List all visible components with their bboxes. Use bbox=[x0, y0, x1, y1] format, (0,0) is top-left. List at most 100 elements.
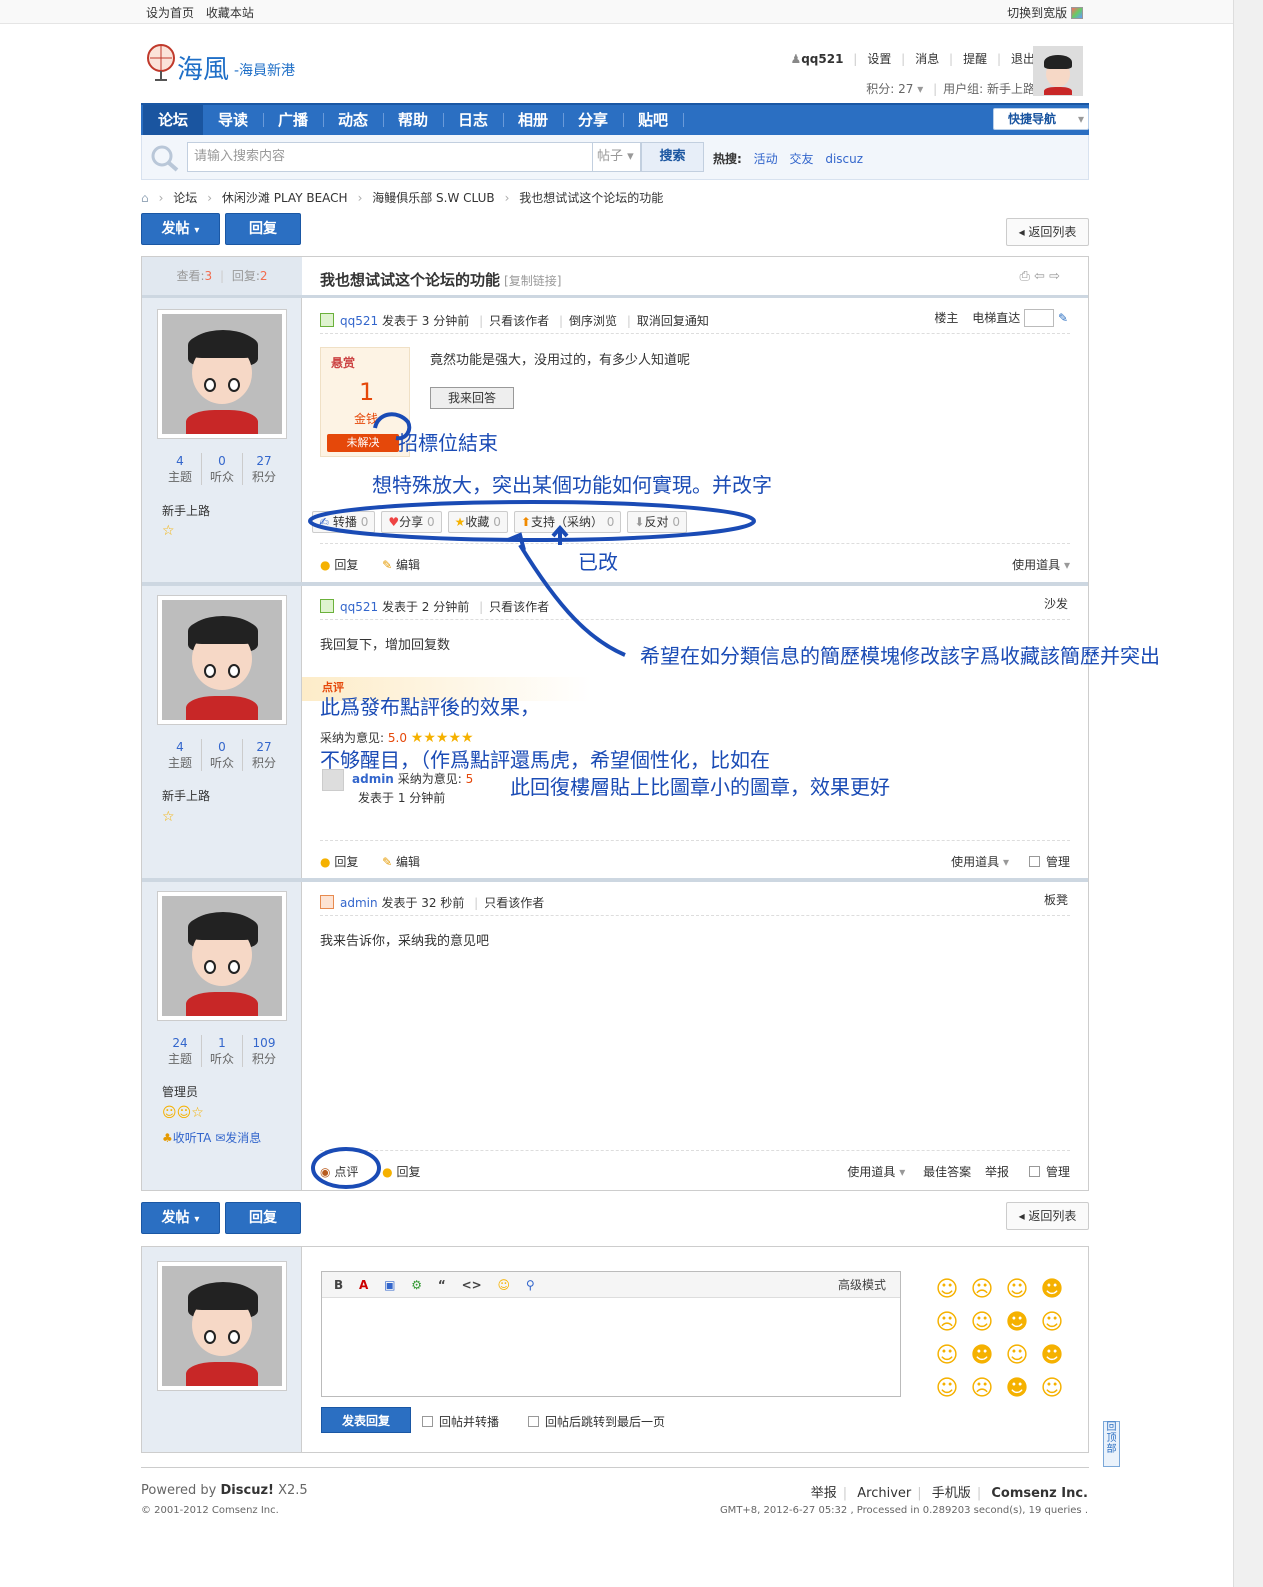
smiley-icon[interactable]: ☻ bbox=[1037, 1341, 1067, 1371]
answer-button[interactable]: 我来回答 bbox=[430, 387, 514, 409]
points-dropdown[interactable]: 积分: 27 bbox=[866, 82, 913, 96]
nav-help[interactable]: 帮助 bbox=[383, 105, 443, 135]
next-thread-icon[interactable]: ⇨ bbox=[1049, 269, 1060, 284]
nav-guide[interactable]: 导读 bbox=[203, 105, 263, 135]
messages-link[interactable]: 消息 bbox=[915, 52, 939, 66]
edit-link[interactable]: ✎ 编辑 bbox=[382, 855, 420, 869]
tools-dropdown[interactable]: 使用道具 ▾ bbox=[1012, 556, 1070, 573]
logout-link[interactable]: 退出 bbox=[1011, 52, 1035, 66]
rater-name[interactable]: admin bbox=[352, 772, 394, 786]
search-type-select[interactable]: 帖子 ▾ bbox=[593, 142, 641, 172]
nav-album[interactable]: 相册 bbox=[503, 105, 563, 135]
stat-value[interactable]: 27 bbox=[243, 453, 285, 469]
reply-editor[interactable]: B A ▣ ⚙ “ <> ☺ ⚲ 高级模式 bbox=[321, 1271, 901, 1397]
cancel-notify-link[interactable]: 取消回复通知 bbox=[637, 314, 709, 328]
reply-link[interactable]: ● 回复 bbox=[320, 558, 358, 572]
stat-value[interactable]: 1 bbox=[202, 1035, 242, 1051]
user-avatar[interactable] bbox=[1033, 46, 1083, 96]
smiley-icon[interactable]: ☹ bbox=[967, 1374, 997, 1404]
forward-checkbox[interactable] bbox=[422, 1416, 433, 1427]
author-avatar[interactable] bbox=[157, 891, 287, 1021]
reply-link[interactable]: ● 回复 bbox=[320, 855, 358, 869]
prev-thread-icon[interactable]: ⇦ bbox=[1034, 269, 1045, 284]
stat-value[interactable]: 0 bbox=[202, 453, 242, 469]
switch-wide-link[interactable]: 切换到宽版 bbox=[1007, 4, 1083, 21]
home-icon[interactable]: ⌂ bbox=[141, 191, 149, 205]
option-jump-last[interactable]: 回帖后跳转到最后一页 bbox=[528, 1413, 665, 1430]
back-to-list-button[interactable]: ◂ 返回列表 bbox=[1006, 218, 1089, 246]
support-button[interactable]: ⬆支持（采纳） 0 bbox=[513, 511, 622, 533]
oppose-button[interactable]: ⬇反对 0 bbox=[627, 511, 687, 533]
notices-link[interactable]: 提醒 bbox=[963, 52, 987, 66]
submit-reply-button[interactable]: 发表回复 bbox=[321, 1407, 411, 1433]
nav-feed[interactable]: 动态 bbox=[323, 105, 383, 135]
best-answer-link[interactable]: 最佳答案 bbox=[923, 1165, 971, 1179]
option-forward[interactable]: 回帖并转播 bbox=[422, 1413, 499, 1430]
author-avatar[interactable] bbox=[157, 595, 287, 725]
site-logo[interactable] bbox=[143, 40, 323, 84]
set-home-link[interactable]: 设为首页 bbox=[146, 6, 194, 20]
smiley-icon[interactable]: ☻ bbox=[1002, 1374, 1032, 1404]
report-link[interactable]: 举报 bbox=[811, 1486, 837, 1501]
nav-share[interactable]: 分享 bbox=[563, 105, 623, 135]
copy-link[interactable]: [复制链接] bbox=[504, 274, 561, 288]
smiley-icon[interactable]: ☺ bbox=[932, 1374, 962, 1404]
attach-icon[interactable]: ⚙ bbox=[411, 1272, 422, 1298]
discuz-link[interactable]: Discuz! bbox=[221, 1483, 274, 1498]
author-group[interactable]: 新手上路 bbox=[162, 787, 210, 804]
favorite-button[interactable]: ★收藏 0 bbox=[447, 511, 508, 533]
author-group[interactable]: 新手上路 bbox=[162, 502, 210, 519]
only-author-link[interactable]: 只看该作者 bbox=[484, 896, 544, 910]
reverse-order-link[interactable]: 倒序浏览 bbox=[569, 314, 617, 328]
follow-link[interactable]: ♣收听TA bbox=[162, 1131, 211, 1145]
breadcrumb-item[interactable]: 论坛 bbox=[173, 191, 197, 205]
new-post-button[interactable]: 发帖 ▾ bbox=[141, 1202, 220, 1234]
smiley-icon[interactable]: ☺ bbox=[932, 1341, 962, 1371]
image-icon[interactable]: ▣ bbox=[384, 1272, 395, 1298]
stat-value[interactable]: 4 bbox=[159, 739, 201, 755]
nav-broadcast[interactable]: 广播 bbox=[263, 105, 323, 135]
forward-button[interactable]: ✍ 转播 0 bbox=[312, 511, 376, 533]
tools-dropdown[interactable]: 使用道具 ▾ bbox=[951, 855, 1009, 869]
back-to-list-button[interactable]: ◂ 返回列表 bbox=[1006, 1202, 1089, 1230]
window-scrollbar[interactable] bbox=[1233, 0, 1263, 1587]
smiley-icon[interactable]: ☻ bbox=[967, 1341, 997, 1371]
only-author-link[interactable]: 只看该作者 bbox=[489, 600, 549, 614]
smiley-icon[interactable]: ☺ bbox=[1002, 1341, 1032, 1371]
edit-link[interactable]: ✎ 编辑 bbox=[382, 558, 420, 572]
back-to-top-button[interactable]: 回顶部 bbox=[1103, 1421, 1120, 1467]
smiley-icon[interactable]: ☺ bbox=[932, 1275, 962, 1305]
breadcrumb-item[interactable]: 海鳗俱乐部 S.W CLUB bbox=[372, 191, 494, 205]
author-link[interactable]: qq521 bbox=[340, 600, 378, 614]
comment-link[interactable]: ◉ 点评 bbox=[320, 1165, 358, 1179]
smiley-icon[interactable]: ☹ bbox=[967, 1275, 997, 1305]
my-avatar[interactable] bbox=[157, 1261, 287, 1391]
palette-icon[interactable] bbox=[1071, 7, 1083, 19]
reply-button[interactable]: 回复 bbox=[225, 213, 301, 245]
breadcrumb-item[interactable]: 休闲沙滩 PLAY BEACH bbox=[222, 191, 348, 205]
author-group[interactable]: 管理员 bbox=[162, 1083, 198, 1100]
smiley-icon[interactable]: ☺ bbox=[967, 1308, 997, 1338]
manage-checkbox[interactable] bbox=[1028, 1166, 1040, 1177]
message-link[interactable]: ✉发消息 bbox=[215, 1131, 261, 1145]
code-icon[interactable]: <> bbox=[462, 1272, 482, 1298]
reply-link[interactable]: ● 回复 bbox=[382, 1165, 420, 1179]
font-color-icon[interactable]: A bbox=[359, 1272, 368, 1298]
nav-tieba[interactable]: 贴吧 bbox=[623, 105, 683, 135]
smiley-icon[interactable]: ☺ bbox=[1002, 1275, 1032, 1305]
smiley-icon[interactable]: ☻ bbox=[1037, 1275, 1067, 1305]
author-avatar[interactable] bbox=[157, 309, 287, 439]
jump-last-checkbox[interactable] bbox=[528, 1416, 539, 1427]
smiley-icon[interactable]: ☺ bbox=[1037, 1308, 1067, 1338]
smiley-icon[interactable]: ☻ bbox=[1002, 1308, 1032, 1338]
username-link[interactable]: qq521 bbox=[801, 52, 843, 66]
manage-checkbox[interactable] bbox=[1028, 856, 1040, 867]
smiley-icon[interactable]: ☹ bbox=[932, 1308, 962, 1338]
settings-link[interactable]: 设置 bbox=[867, 52, 891, 66]
mobile-link[interactable]: 手机版 bbox=[932, 1486, 971, 1501]
quick-nav-button[interactable]: 快捷导航 ▾ bbox=[993, 108, 1089, 130]
breadcrumb-current[interactable]: 我也想试试这个论坛的功能 bbox=[519, 191, 663, 205]
hot-keyword[interactable]: 活动 bbox=[754, 152, 778, 166]
tools-dropdown[interactable]: 使用道具 ▾ bbox=[847, 1165, 905, 1179]
search-input[interactable]: 请输入搜索内容 bbox=[187, 142, 593, 172]
